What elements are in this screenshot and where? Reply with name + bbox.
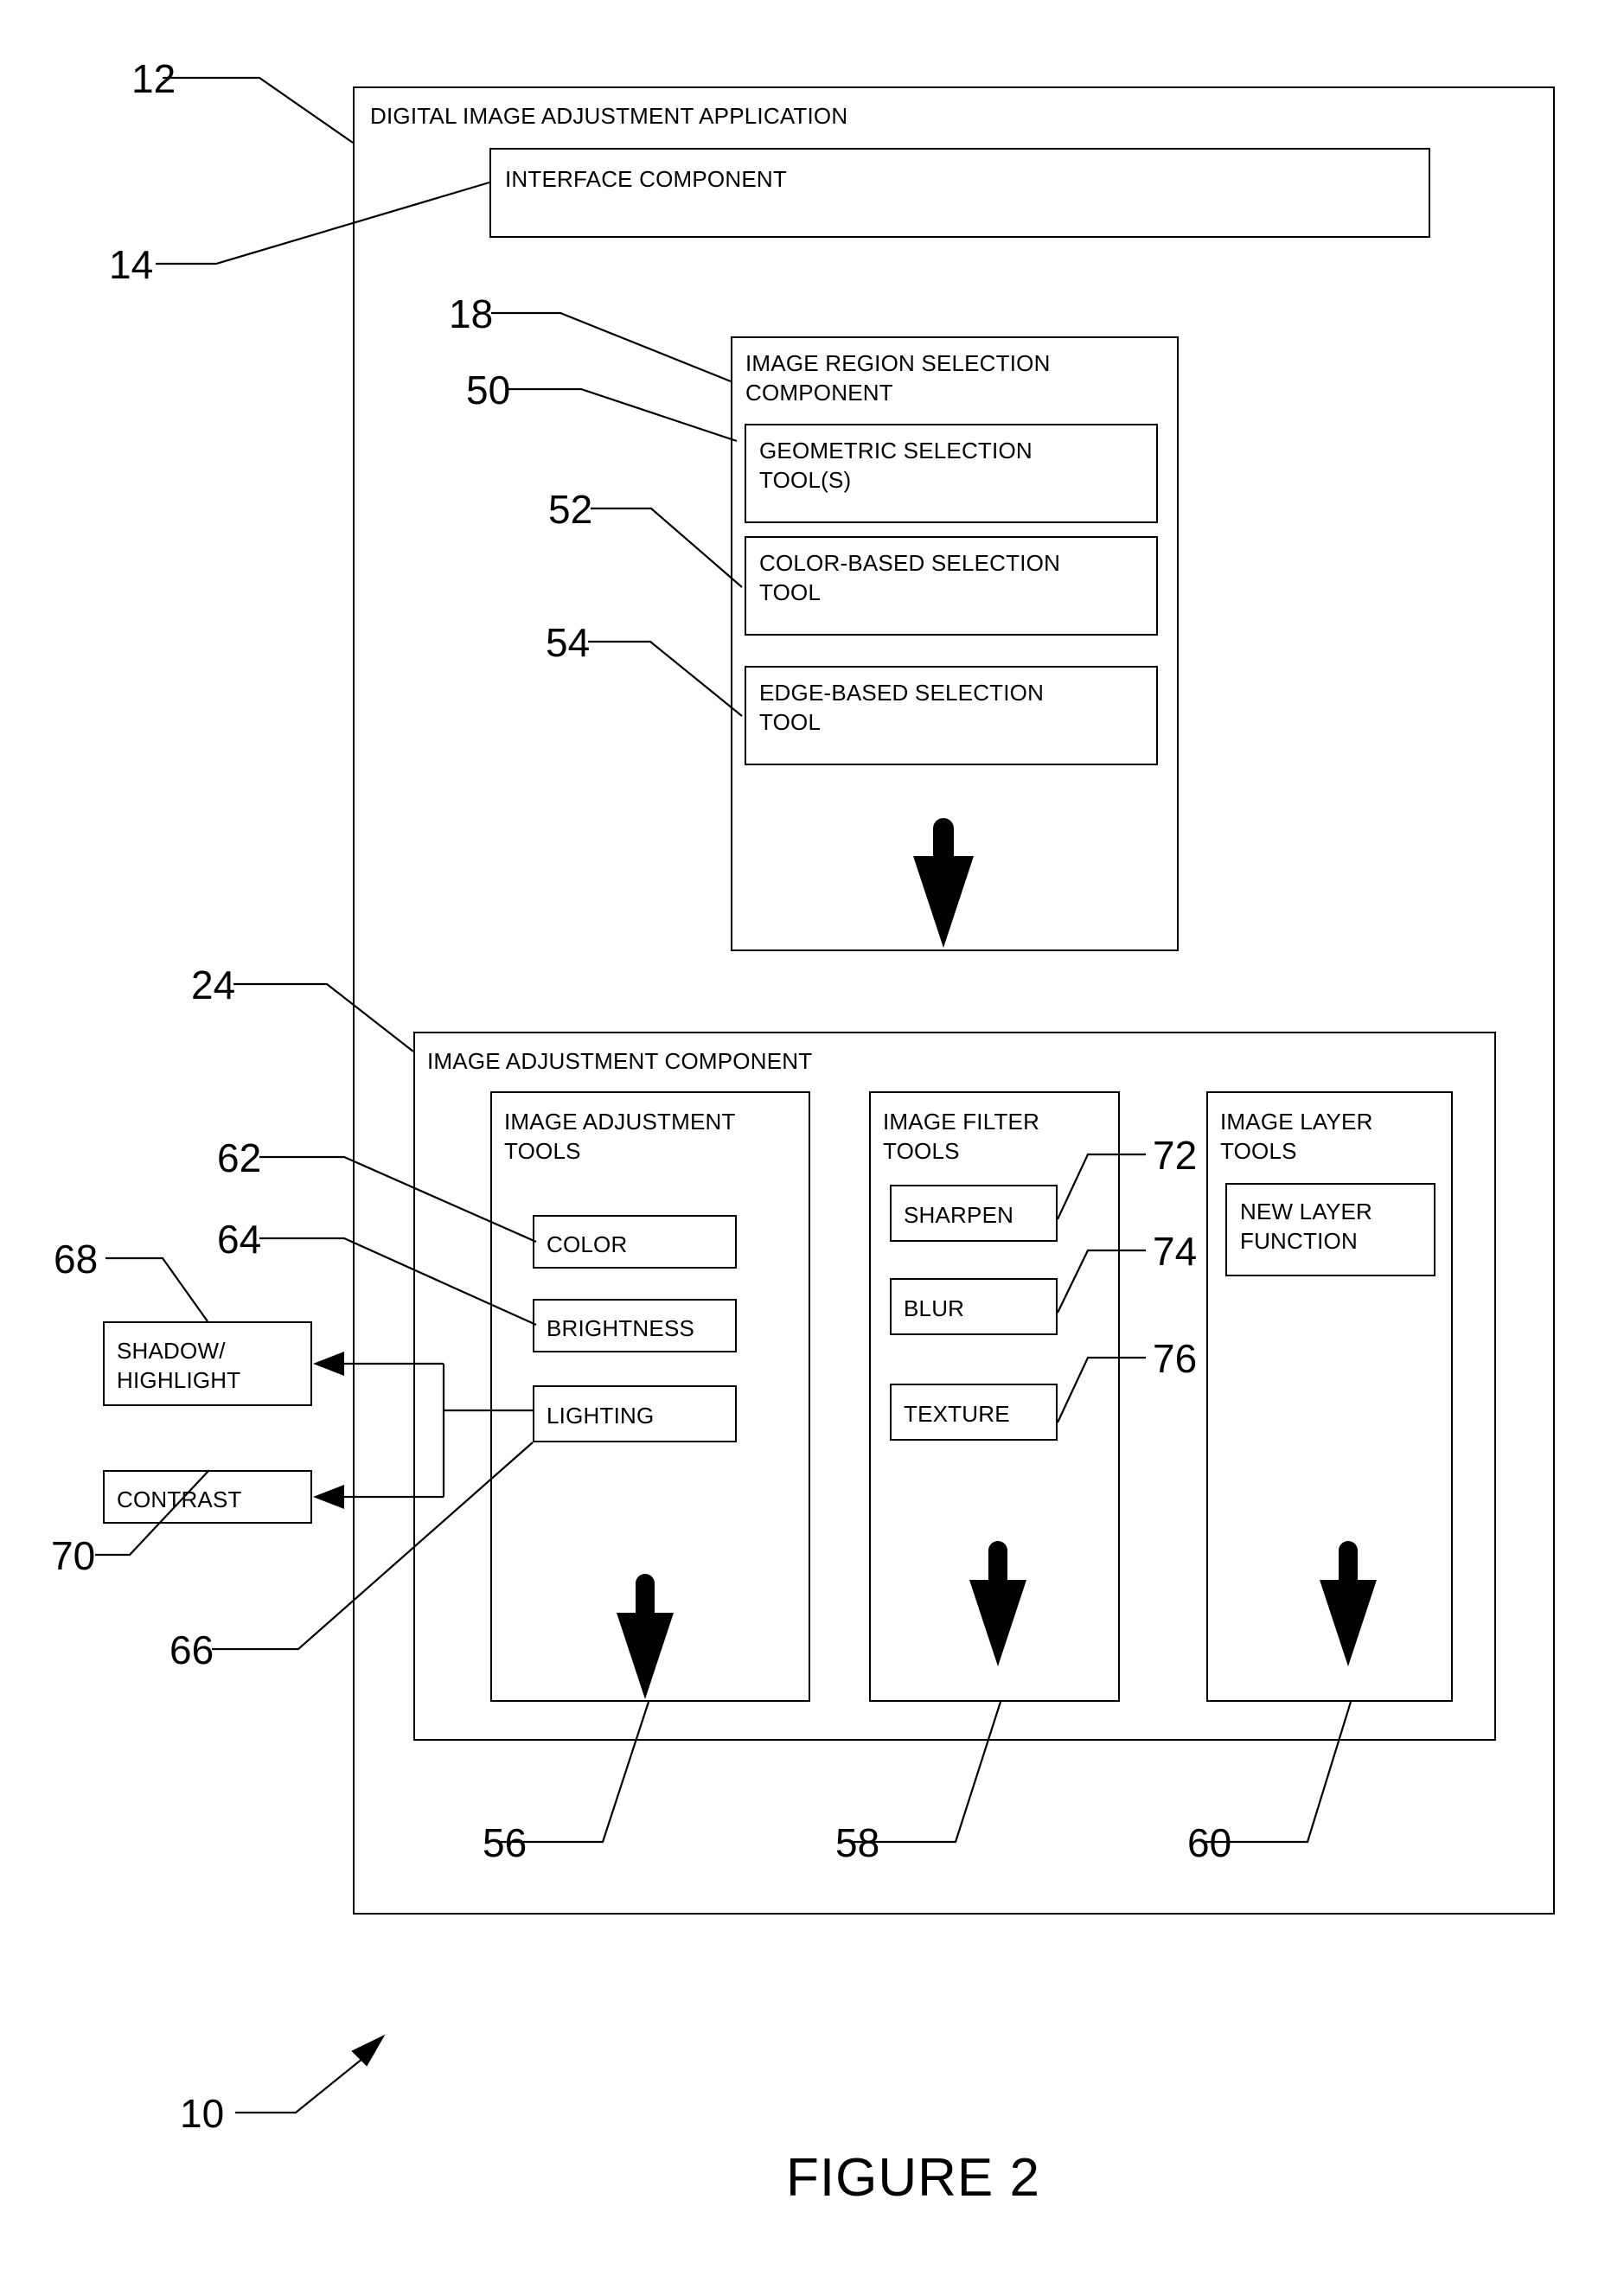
ref-number-74: 74 — [1153, 1229, 1198, 1274]
new-layer-function-label: NEW LAYER FUNCTION — [1240, 1199, 1373, 1254]
patent-figure-page: DIGITAL IMAGE ADJUSTMENT APPLICATION INT… — [0, 0, 1624, 2276]
sharpen-tool-label: SHARPEN — [904, 1202, 1014, 1228]
leader-line-10 — [235, 2034, 386, 2114]
ref-number-76: 76 — [1153, 1336, 1198, 1381]
image-layer-tools-title: IMAGE LAYER TOOLS — [1220, 1109, 1373, 1164]
ref-number-72: 72 — [1153, 1133, 1198, 1178]
image-adjustment-component-title: IMAGE ADJUSTMENT COMPONENT — [427, 1048, 813, 1074]
ref-number-62: 62 — [217, 1135, 262, 1180]
ref-number-56: 56 — [483, 1820, 527, 1865]
ref-number-54: 54 — [546, 620, 591, 665]
image-region-selection-component-title: IMAGE REGION SELECTION COMPONENT — [745, 350, 1051, 406]
leader-line-12 — [163, 76, 354, 144]
ref-number-18: 18 — [449, 291, 494, 336]
leader-line-68 — [105, 1256, 208, 1322]
brightness-tool-label: BRIGHTNESS — [547, 1315, 695, 1341]
color-based-selection-tool-label: COLOR-BASED SELECTION TOOL — [759, 550, 1061, 605]
ref-number-68: 68 — [54, 1237, 99, 1282]
ref-number-70: 70 — [51, 1533, 96, 1578]
ref-number-66: 66 — [169, 1627, 214, 1672]
image-filter-tools-title: IMAGE FILTER TOOLS — [883, 1109, 1040, 1164]
image-adjustment-tools-title: IMAGE ADJUSTMENT TOOLS — [504, 1109, 736, 1164]
ref-number-10: 10 — [180, 2091, 225, 2136]
color-tool-label: COLOR — [547, 1231, 628, 1257]
contrast-label: CONTRAST — [117, 1486, 242, 1512]
blur-tool-label: BLUR — [904, 1295, 965, 1321]
ref-number-52: 52 — [548, 487, 593, 532]
ref-number-24: 24 — [191, 962, 236, 1007]
figure-caption: FIGURE 2 — [786, 2148, 1040, 2208]
ref-number-58: 58 — [835, 1820, 880, 1865]
interface-component-label: INTERFACE COMPONENT — [505, 166, 787, 192]
ref-number-50: 50 — [466, 368, 511, 412]
ref-number-14: 14 — [109, 242, 154, 287]
lighting-tool-label: LIGHTING — [547, 1403, 655, 1429]
ref-number-60: 60 — [1187, 1820, 1232, 1865]
application-title: DIGITAL IMAGE ADJUSTMENT APPLICATION — [370, 103, 848, 129]
texture-tool-label: TEXTURE — [904, 1401, 1010, 1427]
ref-number-64: 64 — [217, 1217, 262, 1262]
shadow-highlight-label: SHADOW/ HIGHLIGHT — [117, 1338, 241, 1393]
ref-number-12: 12 — [131, 56, 176, 101]
edge-based-selection-tool-label: EDGE-BASED SELECTION TOOL — [759, 680, 1045, 735]
geometric-selection-tool-label: GEOMETRIC SELECTION TOOL(S) — [759, 438, 1033, 493]
